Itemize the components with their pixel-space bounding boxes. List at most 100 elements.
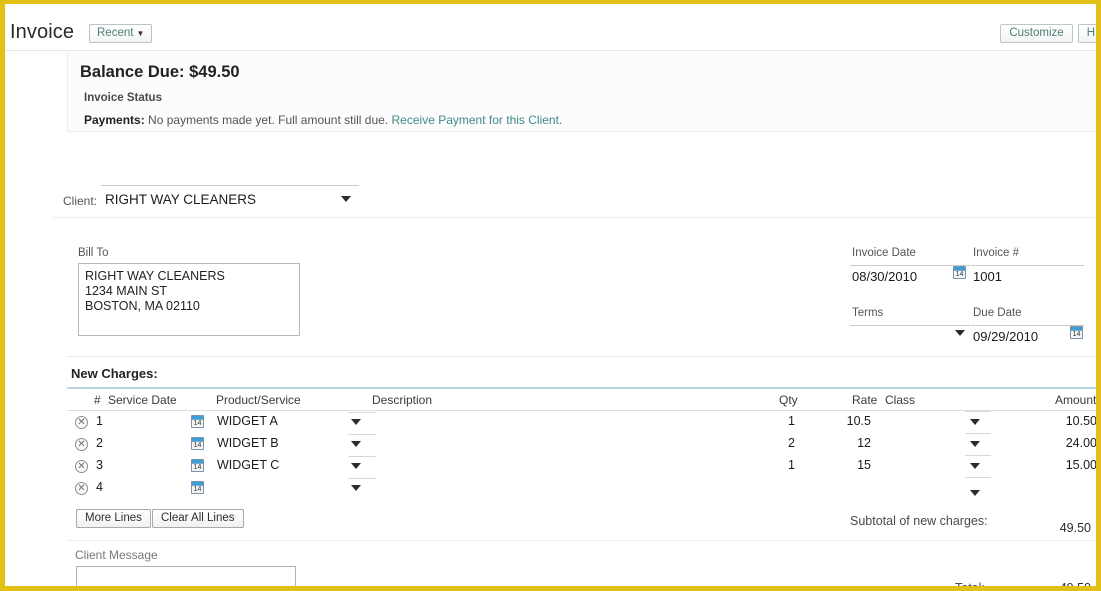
table-row[interactable]: ✕ 3 14 WIDGET C 1 15 15.00 (67, 455, 1096, 477)
row-product[interactable]: WIDGET C (217, 458, 279, 472)
client-message-input[interactable] (76, 566, 296, 586)
total-value: 49.50 (1059, 581, 1091, 591)
terms-underline (850, 325, 970, 326)
col-header-service-date: Service Date (108, 393, 177, 407)
class-field-underline (965, 455, 991, 456)
bill-to-address-field[interactable]: RIGHT WAY CLEANERS 1234 MAIN ST BOSTON, … (78, 263, 300, 336)
invoice-status-label: Invoice Status (84, 92, 162, 104)
class-field-underline (965, 411, 991, 412)
balance-due-heading: Balance Due: $49.50 (80, 63, 240, 81)
due-date-calendar-icon[interactable]: 14 (1070, 326, 1083, 339)
class-dropdown-arrow-icon[interactable] (970, 463, 980, 469)
recent-button-label: Recent (97, 27, 134, 39)
top-bar-divider (5, 50, 1096, 51)
delete-row-icon[interactable]: ✕ (75, 482, 88, 495)
more-lines-button[interactable]: More Lines (76, 509, 151, 528)
chevron-down-icon: ▼ (136, 29, 145, 38)
calendar-icon-day: 14 (193, 420, 202, 427)
col-header-qty: Qty (779, 393, 798, 407)
row-amount: 24.00 (1065, 436, 1097, 450)
col-header-class: Class (885, 393, 916, 407)
due-date-underline (971, 325, 1084, 326)
delete-row-icon[interactable]: ✕ (75, 460, 88, 473)
product-field-underline (348, 434, 376, 435)
due-date-value[interactable]: 09/29/2010 (973, 329, 1038, 344)
row-product[interactable]: WIDGET B (217, 436, 279, 450)
bill-to-label: Bill To (78, 247, 109, 259)
service-date-calendar-icon[interactable]: 14 (191, 415, 204, 428)
recent-dropdown-button[interactable]: Recent ▼ (89, 24, 153, 43)
product-dropdown-arrow-icon[interactable] (351, 419, 361, 425)
service-date-calendar-icon[interactable]: 14 (191, 459, 204, 472)
col-header-description: Description (372, 393, 433, 407)
class-dropdown-arrow-icon[interactable] (970, 490, 980, 496)
invoice-date-calendar-icon[interactable]: 14 (953, 266, 966, 279)
row-product[interactable]: WIDGET A (217, 414, 278, 428)
billto-dates-band: Bill To RIGHT WAY CLEANERS 1234 MAIN ST … (67, 225, 1096, 357)
help-button[interactable]: H (1077, 24, 1096, 43)
product-field-underline (348, 478, 376, 479)
invoice-page: Invoice Recent ▼ Customize H Balance Due:… (0, 0, 1101, 591)
client-row-divider (53, 217, 1096, 218)
row-number: 4 (96, 480, 103, 494)
client-dropdown-arrow-icon[interactable] (341, 196, 351, 202)
due-date-label: Due Date (973, 307, 1022, 319)
row-qty[interactable]: 1 (773, 458, 795, 472)
payments-text: No payments made yet. Full amount still … (148, 113, 389, 127)
payments-label: Payments: (84, 113, 145, 127)
row-rate[interactable]: 10.5 (837, 414, 871, 428)
product-dropdown-arrow-icon[interactable] (351, 463, 361, 469)
receive-payment-link[interactable]: Receive Payment for this Client. (392, 113, 563, 127)
invoice-number-value[interactable]: 1001 (973, 269, 1002, 284)
row-rate[interactable]: 15 (837, 458, 871, 472)
invoice-date-value[interactable]: 08/30/2010 (852, 269, 917, 284)
calendar-icon-day: 14 (193, 442, 202, 449)
client-select[interactable]: RIGHT WAY CLEANERS (101, 185, 359, 213)
table-row[interactable]: ✕ 4 14 (67, 477, 1096, 499)
service-date-calendar-icon[interactable]: 14 (191, 481, 204, 494)
total-label: Total: (955, 581, 985, 591)
bill-to-line-1: RIGHT WAY CLEANERS (85, 269, 225, 283)
row-qty[interactable]: 1 (773, 414, 795, 428)
delete-row-icon[interactable]: ✕ (75, 438, 88, 451)
client-message-label: Client Message (75, 548, 158, 562)
table-row[interactable]: ✕ 2 14 WIDGET B 2 12 24.00 (67, 433, 1096, 455)
class-dropdown-arrow-icon[interactable] (970, 419, 980, 425)
terms-dropdown-arrow-icon[interactable] (955, 330, 965, 336)
invoice-number-underline (971, 265, 1084, 266)
bill-to-line-3: BOSTON, MA 02110 (85, 299, 200, 313)
top-right-actions: Customize H (1000, 24, 1096, 43)
bill-to-line-2: 1234 MAIN ST (85, 284, 167, 298)
row-amount: 15.00 (1065, 458, 1097, 472)
table-row[interactable]: ✕ 1 14 WIDGET A 1 10.5 10.50 (67, 411, 1096, 433)
subtotal-value: 49.50 (1059, 521, 1091, 535)
client-select-value: RIGHT WAY CLEANERS (105, 192, 257, 207)
class-dropdown-arrow-icon[interactable] (970, 441, 980, 447)
page-title: Invoice (10, 21, 75, 43)
charges-table-header: # Service Date Product/Service Descripti… (67, 389, 1096, 411)
subtotal-label: Subtotal of new charges: (850, 514, 988, 528)
class-field-underline (965, 433, 991, 434)
invoice-canvas: Invoice Recent ▼ Customize H Balance Due:… (5, 4, 1096, 586)
product-dropdown-arrow-icon[interactable] (351, 485, 361, 491)
calendar-icon-day: 14 (193, 486, 202, 493)
calendar-icon-day: 14 (955, 271, 964, 278)
customize-button[interactable]: Customize (1000, 24, 1073, 43)
row-number: 3 (96, 458, 103, 472)
row-rate[interactable]: 12 (837, 436, 871, 450)
row-number: 1 (96, 414, 103, 428)
row-qty[interactable]: 2 (773, 436, 795, 450)
terms-label: Terms (852, 307, 884, 319)
col-header-num: # (94, 393, 101, 407)
delete-row-icon[interactable]: ✕ (75, 416, 88, 429)
product-field-underline (348, 412, 376, 413)
product-dropdown-arrow-icon[interactable] (351, 441, 361, 447)
new-charges-title: New Charges: (71, 366, 158, 381)
clear-all-lines-button[interactable]: Clear All Lines (152, 509, 244, 528)
service-date-calendar-icon[interactable]: 14 (191, 437, 204, 450)
charges-table: # Service Date Product/Service Descripti… (67, 389, 1096, 499)
col-header-product: Product/Service (216, 393, 301, 407)
col-header-rate: Rate (852, 393, 878, 407)
row-amount: 10.50 (1065, 414, 1097, 428)
client-label: Client: (63, 194, 98, 208)
